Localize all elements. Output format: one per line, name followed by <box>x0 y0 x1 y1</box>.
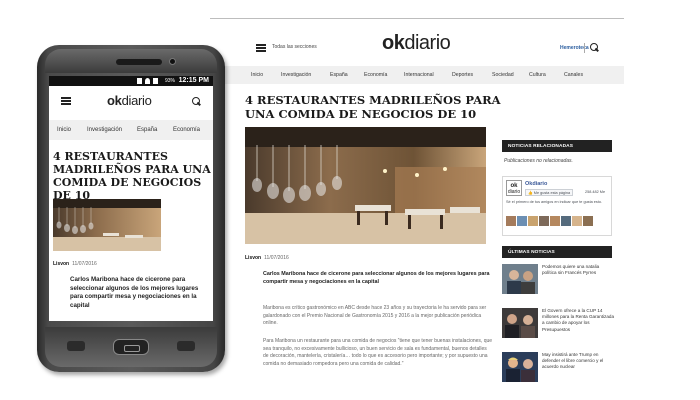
nav-item-inicio[interactable]: Inicio <box>251 72 263 78</box>
no-related-text: Publicaciones no relacionadas. <box>504 158 573 164</box>
okdiario-logo[interactable]: okdiario <box>382 32 451 55</box>
article-title: 4 RESTAURANTES MADRILEÑOS PARA UNA COMID… <box>53 150 211 202</box>
restaurant-photo <box>245 127 486 244</box>
front-camera-icon <box>169 58 176 65</box>
search-icon[interactable] <box>192 97 201 106</box>
article-date: 11/07/2016 <box>72 261 97 267</box>
nav-item-canales[interactable]: Canales <box>564 72 583 78</box>
avatar[interactable] <box>583 216 593 226</box>
avatar[interactable] <box>561 216 571 226</box>
list-item[interactable]: May insistirá ante Trump en defender el … <box>502 352 616 382</box>
news-headline[interactable]: El Govern ofrece a la CUP 14 millones pa… <box>542 308 614 333</box>
article-byline: Lisvon 11/07/2016 <box>245 255 289 261</box>
list-item[interactable]: El Govern ofrece a la CUP 14 millones pa… <box>502 308 616 338</box>
menu-button[interactable] <box>177 341 195 351</box>
nav-item-investigacion[interactable]: Investigación <box>281 72 311 78</box>
restaurant-photo <box>53 199 161 251</box>
news-thumbnail[interactable] <box>502 352 538 382</box>
phone-screen: 93% 12:15 PM okdiario Inicio Investigaci… <box>49 76 213 321</box>
hamburger-menu-icon[interactable] <box>256 44 266 52</box>
phone-bottom-bezel <box>45 327 217 367</box>
avatar[interactable] <box>506 216 516 226</box>
news-thumbnail[interactable] <box>502 308 538 338</box>
signal-icon <box>153 78 158 84</box>
nav-item-investigacion[interactable]: Investigación <box>87 127 122 133</box>
nav-item-deportes[interactable]: Deportes <box>452 72 473 78</box>
news-thumbnail[interactable] <box>502 264 538 294</box>
battery-level: 93% <box>164 77 175 84</box>
author-name[interactable]: Lisvon <box>245 255 261 261</box>
nav-item-cultura[interactable]: Cultura <box>529 72 546 78</box>
okdiario-avatar[interactable]: ok diario <box>506 180 522 196</box>
facebook-page-name[interactable]: Okdiario <box>525 181 547 187</box>
related-news-header: NOTICIAS RELACIONADAS <box>502 140 612 152</box>
nav-item-espana[interactable]: España <box>330 72 348 78</box>
nav-item-internacional[interactable]: Internacional <box>404 72 434 78</box>
article-title: 4 RESTAURANTES MADRILEÑOS PARA UNA COMID… <box>245 93 501 121</box>
nav-item-economia[interactable]: Economía <box>173 127 200 133</box>
article-lead: Carlos Maribona hace de cicerone para se… <box>263 271 490 285</box>
avatar[interactable] <box>572 216 582 226</box>
article-paragraph: Maribona es crítico gastronómico en ABC … <box>263 305 487 326</box>
nav-item-espana[interactable]: España <box>137 127 157 133</box>
desktop-header: Todas las secciones okdiario Hemeroteca <box>210 24 624 66</box>
speaker-grille <box>116 59 162 65</box>
avatar[interactable] <box>528 216 538 226</box>
nav-item-inicio[interactable]: Inicio <box>57 127 71 133</box>
search-icon[interactable] <box>590 43 599 52</box>
facebook-friends-text: Sé el primero de tus amigos en indicar q… <box>506 200 603 204</box>
smartphone-frame: 93% 12:15 PM okdiario Inicio Investigaci… <box>37 45 225 372</box>
home-button[interactable] <box>113 339 149 355</box>
thumbs-up-icon: 👍 <box>528 191 533 195</box>
top-divider <box>210 18 624 19</box>
facebook-widget: ok diario Okdiario 👍 Me gusta esta página… <box>502 176 612 236</box>
nav-item-economia[interactable]: Economía <box>364 72 387 78</box>
article-paragraph: Para Maribona un restaurante para una co… <box>263 338 493 367</box>
phone-top-bezel <box>45 49 217 73</box>
avatar[interactable] <box>539 216 549 226</box>
desktop-page: Todas las secciones okdiario Hemeroteca … <box>210 18 624 400</box>
mobile-nav-bar: Inicio Investigación España Economía <box>49 120 213 140</box>
list-item[interactable]: Podemos quiere una natalia política sin … <box>502 264 616 294</box>
okdiario-logo[interactable]: okdiario <box>107 93 152 108</box>
back-button[interactable] <box>67 341 85 351</box>
avatar[interactable] <box>550 216 560 226</box>
wifi-icon <box>145 78 150 84</box>
header-divider <box>584 43 585 53</box>
desktop-nav-bar: Inicio Investigación España Economía Int… <box>224 66 624 84</box>
all-sections-link[interactable]: Todas las secciones <box>272 44 317 50</box>
author-name[interactable]: Lisvon <box>53 261 69 267</box>
article-byline: Lisvon 11/07/2016 <box>53 261 97 267</box>
mobile-header: okdiario <box>49 86 213 116</box>
clock: 12:15 PM <box>178 77 209 84</box>
article-lead: Carlos Maribona hace de cicerone para se… <box>70 276 199 309</box>
avatar[interactable] <box>517 216 527 226</box>
facebook-like-count: 258.482 Me <box>585 190 606 194</box>
facebook-like-button[interactable]: 👍 Me gusta esta página <box>525 189 574 196</box>
news-headline[interactable]: Podemos quiere una natalia política sin … <box>542 264 614 276</box>
status-bar: 93% 12:15 PM <box>49 76 213 86</box>
hamburger-menu-icon[interactable] <box>61 97 71 105</box>
nav-item-sociedad[interactable]: Sociedad <box>492 72 514 78</box>
facebook-friend-faces <box>506 213 606 226</box>
latest-news-header: ÚLTIMAS NOTICIAS <box>502 246 612 258</box>
notification-icon <box>137 78 142 84</box>
news-headline[interactable]: May insistirá ante Trump en defender el … <box>542 352 614 371</box>
article-date: 11/07/2016 <box>264 255 289 261</box>
status-icons <box>137 78 161 84</box>
